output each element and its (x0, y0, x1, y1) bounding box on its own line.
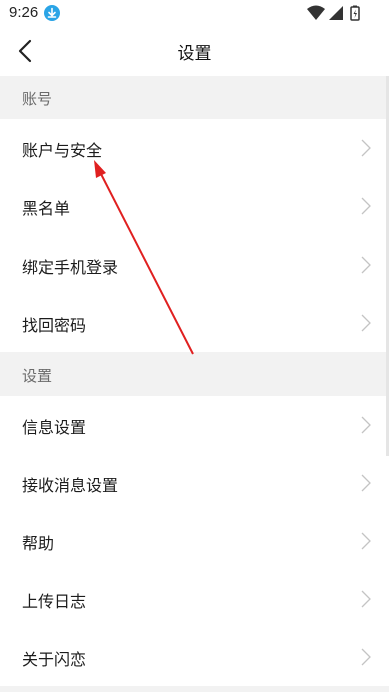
chevron-right-icon (361, 590, 371, 608)
row-account-security[interactable]: 账户与安全 (0, 119, 384, 177)
page-title: 设置 (177, 44, 212, 64)
signal-icon (329, 6, 343, 20)
row-label: 接收消息设置 (22, 476, 119, 495)
section-title: 设置 (22, 367, 53, 385)
chevron-right-icon (361, 139, 371, 157)
bottom-divider (0, 686, 389, 692)
chevron-right-icon (361, 314, 371, 332)
section-title: 账号 (22, 90, 53, 108)
app-bar: 设置 (0, 26, 389, 76)
section-header-settings: 设置 (0, 352, 389, 396)
row-label: 绑定手机登录 (22, 258, 119, 277)
status-time: 9:26 (9, 4, 39, 21)
status-bar: 9:26 (0, 0, 389, 26)
chevron-right-icon (361, 474, 371, 492)
row-about[interactable]: 关于闪恋 (0, 628, 384, 686)
row-label: 帮助 (22, 534, 55, 553)
chevron-right-icon (361, 532, 371, 550)
row-label: 信息设置 (22, 418, 87, 437)
row-blacklist[interactable]: 黑名单 (0, 177, 384, 235)
row-help[interactable]: 帮助 (0, 512, 384, 570)
row-message-settings[interactable]: 接收消息设置 (0, 454, 384, 512)
wifi-icon (307, 5, 325, 20)
chevron-right-icon (361, 197, 371, 215)
row-upload-log[interactable]: 上传日志 (0, 570, 384, 628)
battery-icon (350, 5, 360, 21)
section-header-account: 账号 (0, 76, 389, 119)
row-label: 找回密码 (22, 316, 87, 335)
download-icon (44, 5, 60, 21)
row-bind-phone[interactable]: 绑定手机登录 (0, 236, 384, 294)
row-recover-password[interactable]: 找回密码 (0, 294, 384, 352)
row-label: 黑名单 (22, 199, 71, 218)
chevron-right-icon (361, 256, 371, 274)
chevron-right-icon (361, 416, 371, 434)
row-label: 上传日志 (22, 592, 87, 611)
chevron-right-icon (361, 648, 371, 666)
row-label: 关于闪恋 (22, 650, 87, 669)
status-icons (307, 5, 367, 21)
row-label: 账户与安全 (22, 141, 103, 160)
row-info-settings[interactable]: 信息设置 (0, 396, 384, 454)
